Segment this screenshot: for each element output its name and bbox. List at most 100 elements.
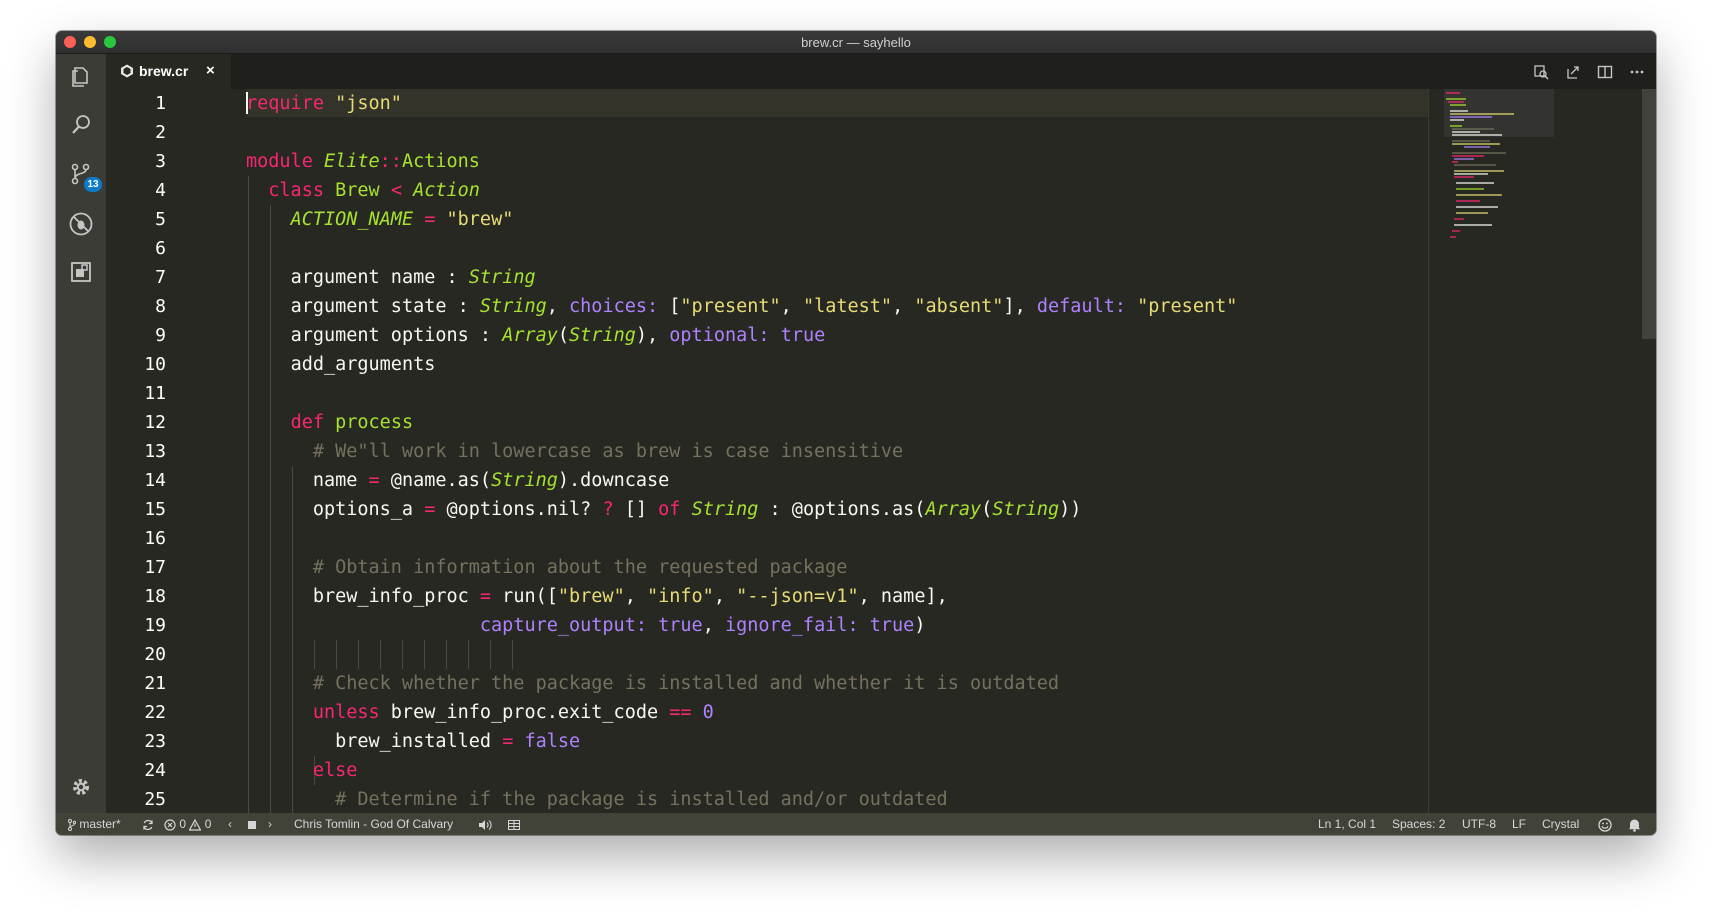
code-line-15: options_a = @options.nil? ? [] of String… (246, 495, 1082, 524)
source-control-badge: 13 (84, 177, 102, 192)
tab-close-button[interactable]: × (206, 62, 215, 79)
code-token: options_a (312, 499, 425, 520)
code-token: String (691, 499, 759, 520)
files-icon[interactable] (66, 62, 96, 92)
code-token: optional: (669, 325, 770, 346)
code-token: argument state : (290, 296, 480, 317)
indent-guide (314, 640, 315, 669)
line-number: 20 (144, 644, 166, 665)
line-number: 15 (144, 499, 166, 520)
line-number: 22 (144, 702, 166, 723)
line-number: 6 (155, 238, 166, 259)
split-editor-icon[interactable] (1594, 61, 1616, 83)
code-token: process (335, 412, 414, 433)
code-token: , (546, 296, 570, 317)
code-line-13: # We"ll work in lowercase as brew is cas… (246, 437, 903, 466)
search-icon[interactable] (66, 110, 96, 140)
notifications-icon[interactable] (1628, 813, 1641, 835)
code-token: ACTION_NAME (290, 209, 414, 230)
stop-icon[interactable] (248, 813, 256, 835)
code-line-3: module Elite::Actions (246, 147, 480, 176)
code-token: String (479, 296, 547, 317)
git-branch-icon (68, 818, 76, 831)
warning-icon (189, 818, 202, 831)
open-changes-icon[interactable] (1530, 61, 1552, 83)
current-line-highlight (246, 89, 1428, 117)
vertical-scrollbar[interactable] (1642, 89, 1656, 339)
cursor-position[interactable]: Ln 1, Col 1 (1318, 813, 1376, 835)
line-number: 5 (155, 209, 166, 230)
code-token: ).downcase (557, 470, 670, 491)
code-token: "present" (680, 296, 781, 317)
previous-track-icon[interactable]: ‹ (228, 813, 232, 835)
problems-indicator[interactable]: 0 0 (164, 813, 211, 835)
indent-guide (336, 640, 337, 669)
code-token: true (780, 325, 826, 346)
code-token: of (658, 499, 681, 520)
volume-icon[interactable] (478, 813, 492, 835)
window-title: brew.cr — sayhello (801, 35, 911, 50)
line-number: 8 (155, 296, 166, 317)
now-playing-track[interactable]: Chris Tomlin - God Of Calvary (294, 813, 453, 835)
code-token: String (992, 499, 1060, 520)
code-token: ), (635, 325, 670, 346)
code-token: brew_info_proc.exit_code (379, 702, 670, 723)
editor-area: brew.cr × 1 2 3 4 5 6 7 8 9 10 11 12 13 … (106, 54, 1656, 813)
code-token: add_arguments (290, 354, 436, 375)
indentation[interactable]: Spaces: 2 (1392, 813, 1445, 835)
code-token: else (312, 760, 358, 781)
code-token: = (502, 731, 514, 752)
tab-bar: brew.cr × (106, 54, 1656, 89)
code-line-5: ACTION_NAME = "brew" (246, 205, 514, 234)
code-token: : @options.as( (758, 499, 926, 520)
code-line-25: # Determine if the package is installed … (246, 785, 948, 813)
code-token: = (424, 209, 436, 230)
code-token: @name.as( (379, 470, 492, 491)
file-encoding[interactable]: UTF-8 (1462, 813, 1496, 835)
line-number: 14 (144, 470, 166, 491)
line-number: 19 (144, 615, 166, 636)
source-control-icon[interactable]: 13 (66, 159, 102, 192)
code-token: Array (925, 499, 982, 520)
code-line-7: argument name : String (246, 263, 536, 292)
branch-indicator[interactable]: master* (68, 813, 121, 835)
sync-icon[interactable] (142, 813, 154, 835)
feedback-icon[interactable] (1598, 813, 1612, 835)
open-preview-icon[interactable] (1562, 61, 1584, 83)
line-number: 24 (144, 760, 166, 781)
code-token: ( (557, 325, 570, 346)
code-token: , name], (858, 586, 948, 607)
code-token: = (368, 470, 380, 491)
code-token: "brew" (557, 586, 625, 607)
minimap[interactable] (1444, 89, 1554, 299)
code-token: Actions (401, 151, 480, 172)
line-number: 1 (155, 93, 166, 114)
next-track-icon[interactable]: › (268, 813, 272, 835)
title-bar: brew.cr — sayhello (56, 31, 1656, 54)
debug-icon[interactable] (66, 209, 96, 239)
line-number: 18 (144, 586, 166, 607)
gear-icon[interactable] (66, 772, 96, 802)
indent-guide (380, 640, 381, 669)
code-token: String (569, 325, 636, 346)
code-line-23: brew_installed = false (246, 727, 580, 756)
code-line-18: brew_info_proc = run(["brew", "info", "-… (246, 582, 948, 611)
code-token: capture_output: (479, 615, 647, 636)
code-token: true (658, 615, 703, 636)
playlist-icon[interactable] (508, 813, 520, 835)
code-token: module (246, 151, 313, 172)
language-mode[interactable]: Crystal (1542, 813, 1579, 835)
code-token: , (702, 615, 725, 636)
code-token: # Determine if the package is installed … (335, 789, 948, 810)
code-token: "brew" (446, 209, 514, 230)
code-token: argument name : (290, 267, 469, 288)
extensions-icon[interactable] (66, 257, 96, 287)
code-token: # Check whether the package is installed… (312, 673, 1060, 694)
tab-brew-cr[interactable]: brew.cr × (106, 54, 231, 89)
more-icon[interactable] (1626, 61, 1648, 83)
code-line-21: # Check whether the package is installed… (246, 669, 1059, 698)
indent-guide (402, 640, 403, 669)
end-of-line[interactable]: LF (1512, 813, 1526, 835)
